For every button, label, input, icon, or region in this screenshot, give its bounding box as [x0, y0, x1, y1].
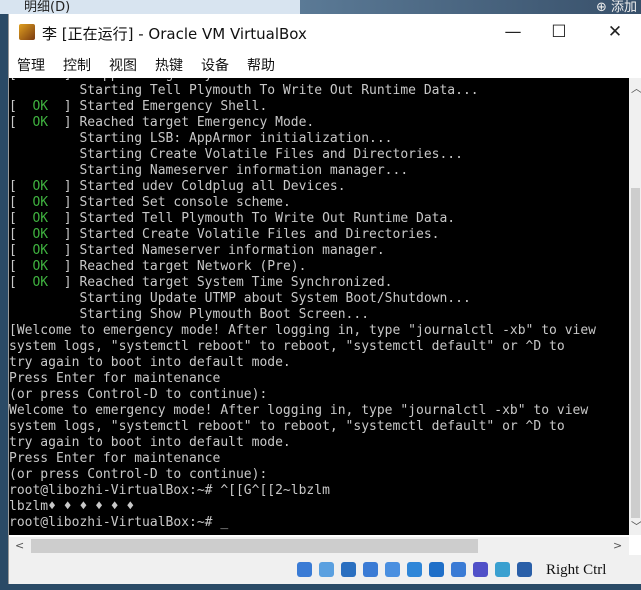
- console-line: try again to boot into default mode.: [9, 435, 291, 450]
- console-line: [ OK ] Started Create Volatile Files and…: [9, 227, 440, 242]
- vm-console[interactable]: [ OK ] Stopped target System Initializat…: [9, 78, 629, 535]
- vertical-scrollbar[interactable]: ︿ ﹀: [629, 78, 641, 535]
- console-line: [ OK ] Reached target System Time Synchr…: [9, 275, 393, 290]
- console-line: [ OK ] Started Tell Plymouth To Write Ou…: [9, 211, 456, 226]
- status-ok-badge: OK: [32, 211, 49, 226]
- window-title: 李 [正在运行] - Oracle VM VirtualBox: [42, 25, 307, 43]
- console-line: Starting Show Plymouth Boot Screen...: [9, 307, 370, 322]
- status-ok-badge: OK: [32, 195, 49, 210]
- status-ok-badge: OK: [32, 99, 49, 114]
- video-capture-icon[interactable]: [451, 562, 466, 577]
- menu-manage[interactable]: 管理: [17, 55, 45, 75]
- status-ok-badge: OK: [32, 227, 49, 242]
- network-icon[interactable]: [363, 562, 378, 577]
- menu-view[interactable]: 视图: [109, 55, 137, 75]
- console-line: Starting Nameserver information manager.…: [9, 163, 409, 178]
- console-line: (or press Control-D to continue):: [9, 467, 268, 482]
- menu-help[interactable]: 帮助: [247, 55, 275, 75]
- display-icon[interactable]: [429, 562, 444, 577]
- virtualbox-window: 李 [正在运行] - Oracle VM VirtualBox — ☐ ✕ 管理…: [8, 14, 641, 584]
- console-output: [ OK ] Stopped target System Initializat…: [9, 78, 596, 531]
- status-ok-badge: OK: [32, 275, 49, 290]
- status-ok-badge: OK: [32, 78, 48, 82]
- console-line: [ OK ] Reached target Network (Pre).: [9, 259, 307, 274]
- menu-hotkeys[interactable]: 热键: [155, 55, 183, 75]
- horizontal-scroll-thumb[interactable]: [31, 539, 478, 553]
- status-ok-badge: OK: [32, 115, 49, 130]
- keyboard-icon[interactable]: [517, 562, 532, 577]
- horizontal-scrollbar[interactable]: < >: [9, 537, 629, 555]
- console-line: lbzlm♦ ♦ ♦ ♦ ♦ ♦: [9, 499, 135, 514]
- scroll-left-icon[interactable]: <: [15, 539, 24, 552]
- title-bar: 李 [正在运行] - Oracle VM VirtualBox — ☐ ✕: [9, 14, 641, 50]
- console-line: (or press Control-D to continue):: [9, 387, 268, 402]
- console-line: Starting Update UTMP about System Boot/S…: [9, 291, 471, 306]
- console-line: Press Enter for maintenance: [9, 451, 221, 466]
- console-line: try again to boot into default mode.: [9, 355, 291, 370]
- console-line: [ OK ] Reached target Emergency Mode.: [9, 115, 315, 130]
- cpu-icon[interactable]: [473, 562, 488, 577]
- maximize-button[interactable]: ☐: [539, 18, 579, 46]
- scroll-up-icon[interactable]: ︿: [631, 80, 641, 96]
- console-line: Starting Tell Plymouth To Write Out Runt…: [9, 83, 479, 98]
- menu-bar: 管理 控制 视图 热键 设备 帮助: [9, 50, 641, 78]
- mouse-integration-icon[interactable]: [495, 562, 510, 577]
- console-line: [ OK ] Started Nameserver information ma…: [9, 243, 385, 258]
- menu-devices[interactable]: 设备: [201, 55, 229, 75]
- desktop-background: 明细(D) ⊕ 添加: [0, 0, 641, 15]
- status-ok-badge: OK: [32, 259, 49, 274]
- menu-control[interactable]: 控制: [63, 55, 91, 75]
- close-button[interactable]: ✕: [595, 18, 635, 46]
- audio-icon[interactable]: [341, 562, 356, 577]
- console-line: root@libozhi-VirtualBox:~# ^[[G^[[2~lbzl…: [9, 483, 330, 498]
- host-key-label: Right Ctrl: [546, 562, 607, 578]
- status-ok-badge: OK: [32, 179, 49, 194]
- shared-folders-icon[interactable]: [407, 562, 422, 577]
- scroll-down-icon[interactable]: ﹀: [631, 518, 641, 534]
- console-line: root@libozhi-VirtualBox:~# _: [9, 515, 229, 530]
- console-line: Press Enter for maintenance: [9, 371, 221, 386]
- console-line: [ OK ] Started Set console scheme.: [9, 195, 291, 210]
- console-line: Starting Create Volatile Files and Direc…: [9, 147, 463, 162]
- minimize-button[interactable]: —: [493, 18, 533, 46]
- console-line: system logs, "systemctl reboot" to reboo…: [9, 419, 565, 434]
- status-ok-badge: OK: [32, 243, 49, 258]
- console-line: Welcome to emergency mode! After logging…: [9, 403, 589, 418]
- virtualbox-app-icon: [19, 24, 35, 40]
- console-line: [ OK ] Started Emergency Shell.: [9, 99, 268, 114]
- usb-icon[interactable]: [385, 562, 400, 577]
- console-line: system logs, "systemctl reboot" to reboo…: [9, 339, 565, 354]
- hard-disk-icon[interactable]: [297, 562, 312, 577]
- optical-drive-icon[interactable]: [319, 562, 334, 577]
- status-bar: Right Ctrl: [9, 555, 641, 584]
- vertical-scroll-thumb[interactable]: [631, 188, 640, 518]
- background-tab: 明细(D): [24, 0, 71, 15]
- console-line: Starting LSB: AppArmor initialization...: [9, 131, 393, 146]
- console-line: [ OK ] Started udev Coldplug all Devices…: [9, 179, 346, 194]
- background-add-button: ⊕ 添加: [595, 0, 637, 15]
- scroll-right-icon[interactable]: >: [613, 539, 622, 552]
- console-line: [Welcome to emergency mode! After loggin…: [9, 323, 596, 338]
